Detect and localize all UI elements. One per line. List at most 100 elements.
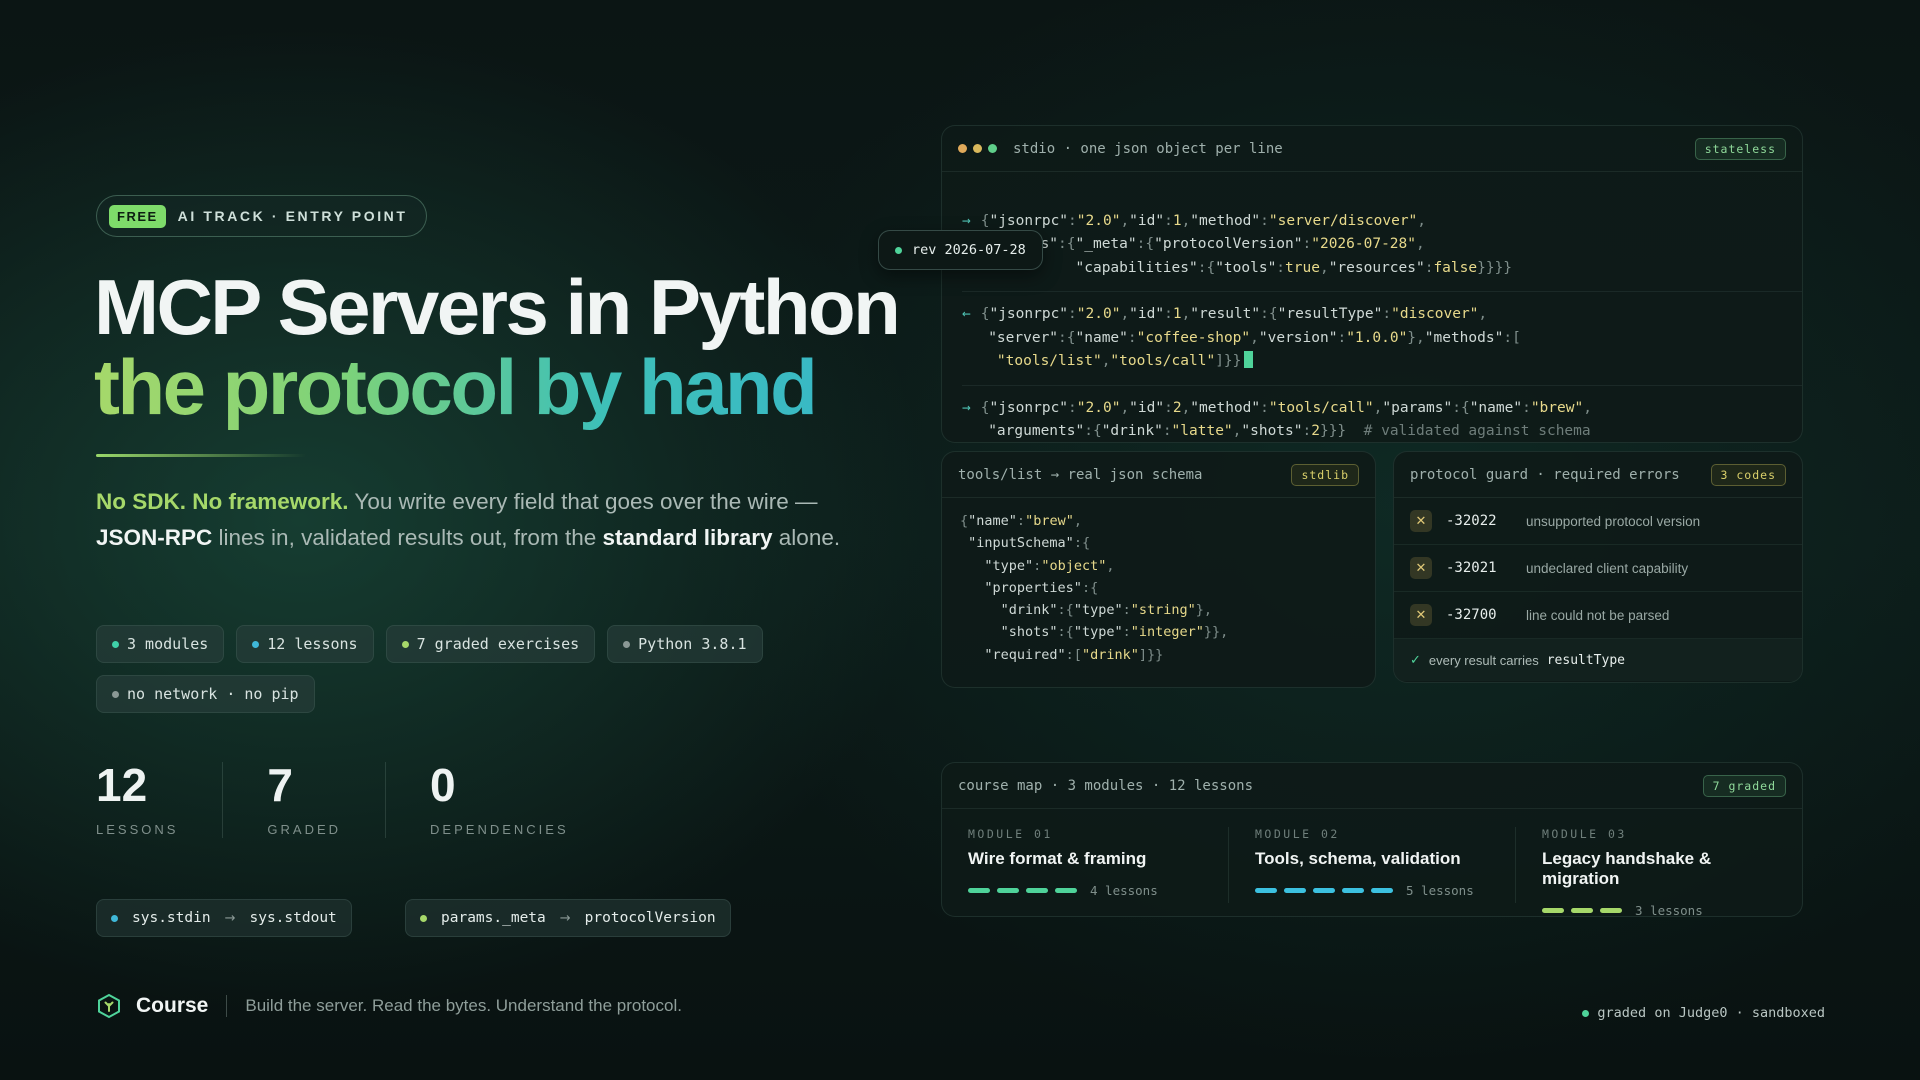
track-label: AI TRACK · ENTRY POINT bbox=[177, 208, 408, 224]
chip-dot bbox=[401, 640, 409, 648]
progress-segment bbox=[968, 888, 990, 893]
progress-segment bbox=[1600, 908, 1622, 913]
footer-brand: Course Build the server. Read the bytes.… bbox=[96, 993, 682, 1019]
guard-header: protocol guard · required errors 3 codes bbox=[1394, 452, 1802, 498]
hero-badge: FREE AI TRACK · ENTRY POINT bbox=[96, 195, 427, 237]
page-subtitle: the protocol by hand bbox=[94, 343, 818, 431]
error-description: line could not be parsed bbox=[1526, 607, 1670, 623]
flow-dot bbox=[111, 914, 118, 922]
flow-meta: params._meta → protocolVersion bbox=[405, 899, 731, 937]
footer-tagline: Build the server. Read the bytes. Unders… bbox=[245, 996, 682, 1015]
chip-modules: 3 modules bbox=[96, 625, 225, 663]
error-code: -32021 bbox=[1446, 560, 1497, 576]
module-card[interactable]: MODULE 03 Legacy handshake & migration 3… bbox=[1516, 827, 1802, 916]
flow-to: protocolVersion bbox=[584, 910, 716, 926]
module-kicker: MODULE 02 bbox=[1255, 827, 1340, 841]
error-description: unsupported protocol version bbox=[1526, 513, 1701, 529]
error-code: -32022 bbox=[1446, 513, 1497, 529]
chip-label: 3 modules bbox=[127, 635, 209, 653]
flow-from: params._meta bbox=[441, 910, 546, 926]
guard-foot-code: resultType bbox=[1546, 652, 1625, 668]
chip-exercises: 7 graded exercises bbox=[385, 625, 596, 663]
course-label: Course bbox=[136, 994, 209, 1017]
lede-highlight: No SDK. No framework. bbox=[96, 489, 349, 514]
progress-segment bbox=[1371, 888, 1393, 893]
check-icon: ✓ bbox=[1410, 652, 1421, 668]
chip-dot bbox=[252, 640, 260, 648]
cursor-icon bbox=[1244, 351, 1254, 368]
progress-segment bbox=[1542, 908, 1564, 913]
lede-text: You write every field that goes over the… bbox=[348, 489, 818, 514]
status-text: graded on Judge0 · sandboxed bbox=[1597, 1005, 1825, 1021]
window-dot-icon bbox=[988, 144, 997, 153]
progress-segment bbox=[1571, 908, 1593, 913]
close-icon: ✕ bbox=[1410, 604, 1432, 626]
chip-label: no network · no pip bbox=[127, 685, 299, 703]
module-kicker: MODULE 01 bbox=[968, 827, 1053, 841]
guard-foot-text: every result carries bbox=[1428, 652, 1539, 668]
flow-to: sys.stdout bbox=[249, 910, 337, 926]
module-card[interactable]: MODULE 02 Tools, schema, validation 5 le… bbox=[1229, 827, 1516, 903]
rev-dot bbox=[895, 246, 902, 254]
arrow-right-icon: → bbox=[224, 910, 236, 926]
chip-label: 7 graded exercises bbox=[416, 635, 580, 653]
grading-status: graded on Judge0 · sandboxed bbox=[1582, 1005, 1825, 1021]
window-dot-icon bbox=[973, 144, 982, 153]
course-map-title: course map · 3 modules · 12 lessons bbox=[958, 777, 1254, 794]
chip-python: Python 3.8.1 bbox=[607, 625, 763, 663]
error-description: undeclared client capability bbox=[1526, 560, 1689, 576]
module-lesson-count: 4 lessons bbox=[1090, 883, 1158, 898]
revision-pill: rev 2026-07-28 bbox=[878, 230, 1043, 270]
course-map-panel: course map · 3 modules · 12 lessons 7 gr… bbox=[941, 762, 1803, 917]
chip-dot bbox=[623, 640, 631, 648]
stat-value: 0 bbox=[430, 759, 456, 811]
module-title: Tools, schema, validation bbox=[1255, 849, 1461, 868]
module-lesson-count: 5 lessons bbox=[1406, 883, 1474, 898]
module-progress: 3 lessons bbox=[1542, 903, 1776, 917]
progress-segment bbox=[997, 888, 1019, 893]
module-lesson-count: 3 lessons bbox=[1635, 903, 1703, 917]
progress-segment bbox=[1342, 888, 1364, 893]
schema-title: tools/list → real json schema bbox=[958, 466, 1203, 483]
chip-lessons: 12 lessons bbox=[236, 625, 374, 663]
progress-segment bbox=[1255, 888, 1277, 893]
error-code: -32700 bbox=[1446, 607, 1497, 623]
module-list: MODULE 01 Wire format & framing 4 lesson… bbox=[942, 809, 1802, 916]
schema-code: {"name":"brew", "inputSchema":{ "type":"… bbox=[960, 513, 1229, 663]
progress-segment bbox=[1055, 888, 1077, 893]
arrow-right-icon: → bbox=[559, 910, 571, 926]
close-icon: ✕ bbox=[1410, 510, 1432, 532]
progress-segment bbox=[1026, 888, 1048, 893]
transcript-code: → {"jsonrpc":"2.0","id":1,"method":"serve… bbox=[942, 172, 1802, 442]
stat-value: 12 bbox=[96, 759, 148, 811]
module-progress: 4 lessons bbox=[968, 883, 1202, 898]
lede-paragraph: No SDK. No framework. You write every fi… bbox=[96, 484, 866, 556]
stdlib-badge: stdlib bbox=[1291, 463, 1359, 486]
request-discover: → {"jsonrpc":"2.0","id":1,"method":"serve… bbox=[962, 212, 1513, 276]
progress-segment bbox=[1313, 888, 1335, 893]
transcript-panel: stdio · one json object per line statele… bbox=[941, 125, 1803, 443]
chip-label: 12 lessons bbox=[267, 635, 358, 653]
error-row: ✕ -32022 unsupported protocol version bbox=[1394, 498, 1802, 545]
codes-badge: 3 codes bbox=[1710, 463, 1786, 486]
status-dot bbox=[1582, 1009, 1590, 1017]
guard-footer: ✓ every result carries resultType bbox=[1394, 639, 1802, 681]
response-discover: ← {"jsonrpc":"2.0","id":1,"result":{"resu… bbox=[962, 306, 1521, 369]
footer-separator bbox=[226, 995, 228, 1017]
transcript-header: stdio · one json object per line statele… bbox=[942, 126, 1802, 172]
stat-value: 7 bbox=[267, 759, 294, 811]
stat-label: DEPENDENCIES bbox=[430, 822, 569, 837]
close-icon: ✕ bbox=[1410, 557, 1432, 579]
schema-header: tools/list → real json schema stdlib bbox=[942, 452, 1375, 498]
stateless-badge: stateless bbox=[1694, 137, 1786, 160]
schema-panel: tools/list → real json schema stdlib {"n… bbox=[941, 451, 1376, 688]
stats-row: 12 LESSONS 7 GRADED 0 DEPENDENCIES bbox=[96, 762, 657, 838]
module-progress: 5 lessons bbox=[1255, 883, 1489, 898]
page-title: MCP Servers in Python bbox=[94, 263, 901, 351]
lede-text: lines in, validated results out, from th… bbox=[212, 525, 603, 550]
chip-label: Python 3.8.1 bbox=[638, 635, 747, 653]
guard-panel: protocol guard · required errors 3 codes… bbox=[1393, 451, 1803, 683]
module-card[interactable]: MODULE 01 Wire format & framing 4 lesson… bbox=[942, 827, 1229, 903]
window-dot-icon bbox=[958, 144, 967, 153]
request-tools-call: → {"jsonrpc":"2.0","id":2,"method":"tools… bbox=[962, 399, 1592, 440]
